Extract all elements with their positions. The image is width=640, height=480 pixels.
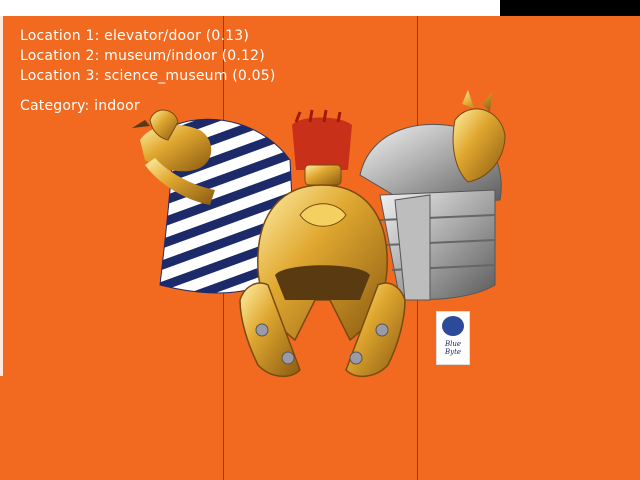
ink-blob-icon bbox=[442, 316, 464, 336]
blue-byte-logo-sticker: Blue Byte bbox=[436, 311, 470, 365]
category-label: Category: bbox=[20, 98, 90, 114]
prediction-score: (0.05) bbox=[232, 68, 276, 84]
prediction-line-1: Location 1: elevator/door (0.13) bbox=[20, 26, 276, 46]
sticker-signature: Blue Byte bbox=[444, 340, 462, 356]
prediction-line-2: Location 2: museum/indoor (0.12) bbox=[20, 46, 276, 66]
prediction-label: museum/indoor bbox=[104, 48, 217, 64]
category-value: indoor bbox=[94, 98, 140, 114]
prediction-line-3: Location 3: science_museum (0.05) bbox=[20, 66, 276, 86]
prediction-rank: Location 1: bbox=[20, 28, 100, 44]
prediction-overlay: Location 1: elevator/door (0.13) Locatio… bbox=[20, 26, 276, 116]
video-frame: Blue Byte Location 1: elevator/door (0.1… bbox=[0, 0, 640, 480]
prediction-score: (0.12) bbox=[221, 48, 265, 64]
prediction-label: elevator/door bbox=[104, 28, 202, 44]
prediction-rank: Location 3: bbox=[20, 68, 100, 84]
prediction-score: (0.13) bbox=[205, 28, 249, 44]
prediction-label: science_museum bbox=[104, 68, 228, 84]
prediction-rank: Location 2: bbox=[20, 48, 100, 64]
category-line: Category: indoor bbox=[20, 96, 276, 116]
